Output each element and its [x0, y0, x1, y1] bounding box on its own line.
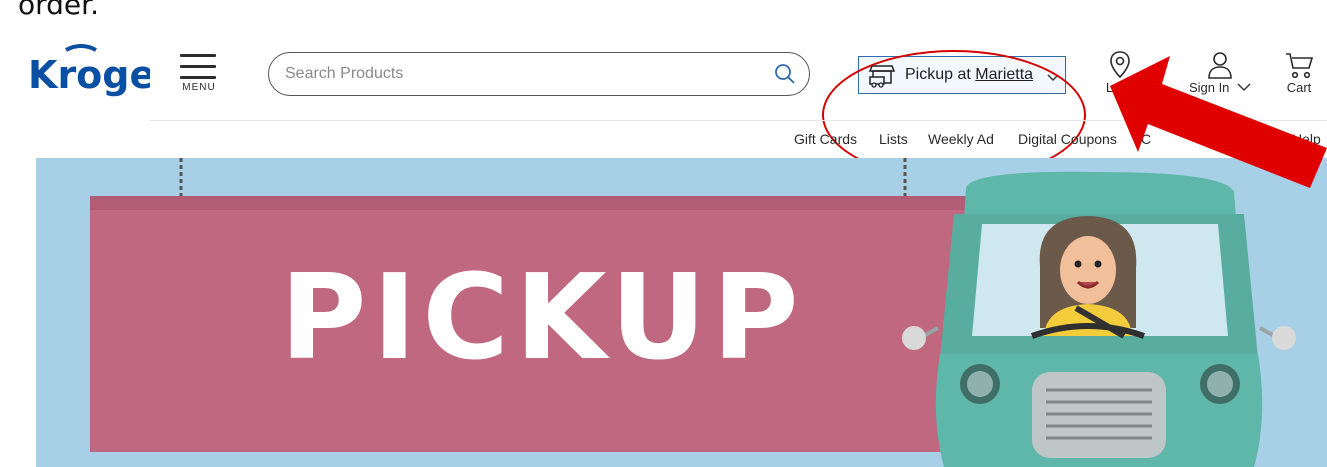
svg-text:Kroger: Kroger: [28, 53, 150, 97]
menu-icon: [180, 54, 216, 57]
pickup-store-icon: [867, 60, 897, 90]
pickup-store-selector[interactable]: Pickup at Marietta: [858, 56, 1066, 94]
search-bar: [268, 52, 810, 96]
cart-button[interactable]: Cart: [1274, 50, 1324, 95]
sign-in-button[interactable]: Sign In: [1180, 50, 1260, 95]
nav-clipped-item[interactable]: C: [1141, 131, 1151, 147]
sign-in-label: Sign In: [1188, 80, 1230, 95]
car-illustration: [902, 171, 1296, 467]
nav-lists[interactable]: Lists: [879, 131, 908, 147]
chevron-down-icon: [1233, 80, 1251, 95]
nav-digital-coupons[interactable]: Digital Coupons: [1018, 131, 1117, 147]
pickup-prefix: Pickup at: [905, 66, 976, 83]
nav-help[interactable]: Help: [1292, 131, 1321, 147]
header-divider: [150, 120, 1327, 121]
locations-label: Loca: [1105, 80, 1135, 95]
chevron-down-icon: [1047, 70, 1059, 81]
cart-label: Cart: [1286, 80, 1312, 95]
menu-button[interactable]: MENU: [178, 52, 220, 94]
menu-label: MENU: [182, 82, 216, 93]
kroger-logo[interactable]: Kroger: [26, 44, 174, 108]
location-pin-icon: [1110, 51, 1130, 79]
cart-icon: [1286, 53, 1314, 79]
site-header: Kroger MENU: [0, 40, 1327, 180]
locations-link[interactable]: Loca: [1090, 50, 1150, 95]
search-icon[interactable]: [773, 62, 797, 86]
search-input[interactable]: [285, 61, 755, 87]
hero-headline: PICKUP: [280, 248, 805, 386]
caption-text: order.: [18, 0, 99, 21]
pickup-store-name[interactable]: Marietta: [975, 66, 1033, 83]
nav-gift-cards[interactable]: Gift Cards: [794, 131, 857, 147]
nav-weekly-ad[interactable]: Weekly Ad: [928, 131, 994, 147]
hero-banner[interactable]: PICKUP: [36, 158, 1327, 467]
user-icon: [1208, 52, 1232, 79]
